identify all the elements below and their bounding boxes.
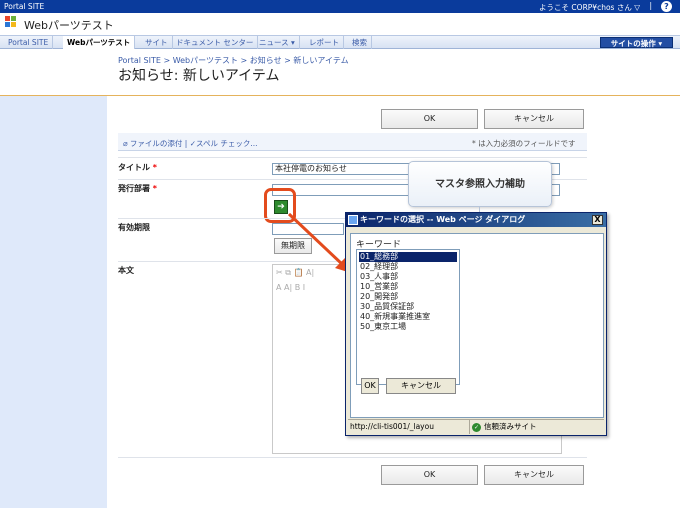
spellcheck-link[interactable]: スペル チェック... (196, 139, 258, 148)
tab-document-center[interactable]: ドキュメント センター (172, 36, 259, 49)
dialog-ok-button[interactable]: OK (361, 378, 379, 394)
top-bar: Portal SITE ようこそ CORP¥chos さん ▽ | ? (0, 0, 680, 13)
list-item[interactable]: 10_営業部 (359, 282, 457, 292)
list-item[interactable]: 50_東京工場 (359, 322, 457, 332)
cancel-button-bottom[interactable]: キャンセル (484, 465, 584, 485)
top-nav: Portal SITE Webパーツテスト サイト ドキュメント センター ニュ… (0, 35, 680, 49)
ok-button-top[interactable]: OK (381, 109, 478, 129)
title-label: タイトル * (118, 163, 157, 172)
ok-button-bottom[interactable]: OK (381, 465, 478, 485)
editor-toolbar-row2[interactable]: A A| B I (276, 283, 314, 292)
help-icon[interactable]: ? (661, 1, 672, 12)
dialog-cancel-button[interactable]: キャンセル (386, 378, 456, 394)
list-item[interactable]: 20_開発部 (359, 292, 457, 302)
required-note: * は入力必須のフィールドです (472, 139, 576, 148)
paperclip-icon: ⌀ (123, 139, 130, 148)
list-item[interactable]: 40_新規事業推進室 (359, 312, 457, 322)
cancel-button-top[interactable]: キャンセル (484, 109, 584, 129)
top-site-name[interactable]: Portal SITE (4, 2, 44, 11)
dialog-status-bar: http://cli-tis001/_layou ✓ 信頼済みサイト (348, 419, 604, 434)
body-label: 本文 (118, 266, 134, 275)
list-item[interactable]: 03_人事部 (359, 272, 457, 282)
tab-reports[interactable]: レポート (305, 36, 344, 49)
tab-webparts-test[interactable]: Webパーツテスト (63, 36, 136, 49)
welcome-menu[interactable]: ようこそ CORP¥chos さん ▽ (539, 2, 640, 13)
left-navigation (0, 49, 107, 508)
status-trusted-site: 信頼済みサイト (484, 422, 537, 431)
field-divider (118, 457, 587, 458)
page-title: お知らせ: 新しいアイテム (118, 68, 280, 84)
left-header-spacer (0, 49, 107, 96)
status-url: http://cli-tis001/_layou (350, 420, 470, 434)
keyword-listbox[interactable]: 01_総務部 02_経理部 03_人事部 10_営業部 20_開発部 30_品質… (356, 249, 460, 385)
expiry-label: 有効期限 (118, 223, 150, 232)
tab-site[interactable]: サイト (141, 36, 173, 49)
close-icon[interactable]: X (592, 215, 603, 225)
list-item[interactable]: 02_経理部 (359, 262, 457, 272)
department-label: 発行部署 * (118, 184, 157, 193)
site-actions-menu[interactable]: サイトの操作 ▾ (600, 37, 673, 48)
keyword-dialog: キーワードの選択 -- Web ページ ダイアログ X キーワード 01_総務部… (345, 212, 607, 436)
field-divider (118, 157, 587, 158)
tab-search[interactable]: 検索 (348, 36, 372, 49)
tab-portal-site[interactable]: Portal SITE (4, 36, 54, 49)
list-item[interactable]: 01_総務部 (359, 252, 457, 262)
top-separator: | (649, 1, 652, 10)
dialog-title[interactable]: キーワードの選択 -- Web ページ ダイアログ (346, 213, 606, 227)
window-icon (348, 215, 358, 225)
callout-bubble: マスタ参照入力補助 (408, 161, 552, 207)
tab-news[interactable]: ニュース ▾ (255, 36, 300, 49)
site-title[interactable]: Webパーツテスト (24, 17, 114, 33)
trusted-site-icon: ✓ (472, 423, 481, 432)
attach-file-link[interactable]: ⌀ ファイルの添付 | ✓スペル チェック... (123, 138, 258, 149)
toolbar-separator: | (184, 139, 188, 148)
list-item[interactable]: 30_品質保証部 (359, 302, 457, 312)
sharepoint-logo-icon (5, 16, 16, 27)
